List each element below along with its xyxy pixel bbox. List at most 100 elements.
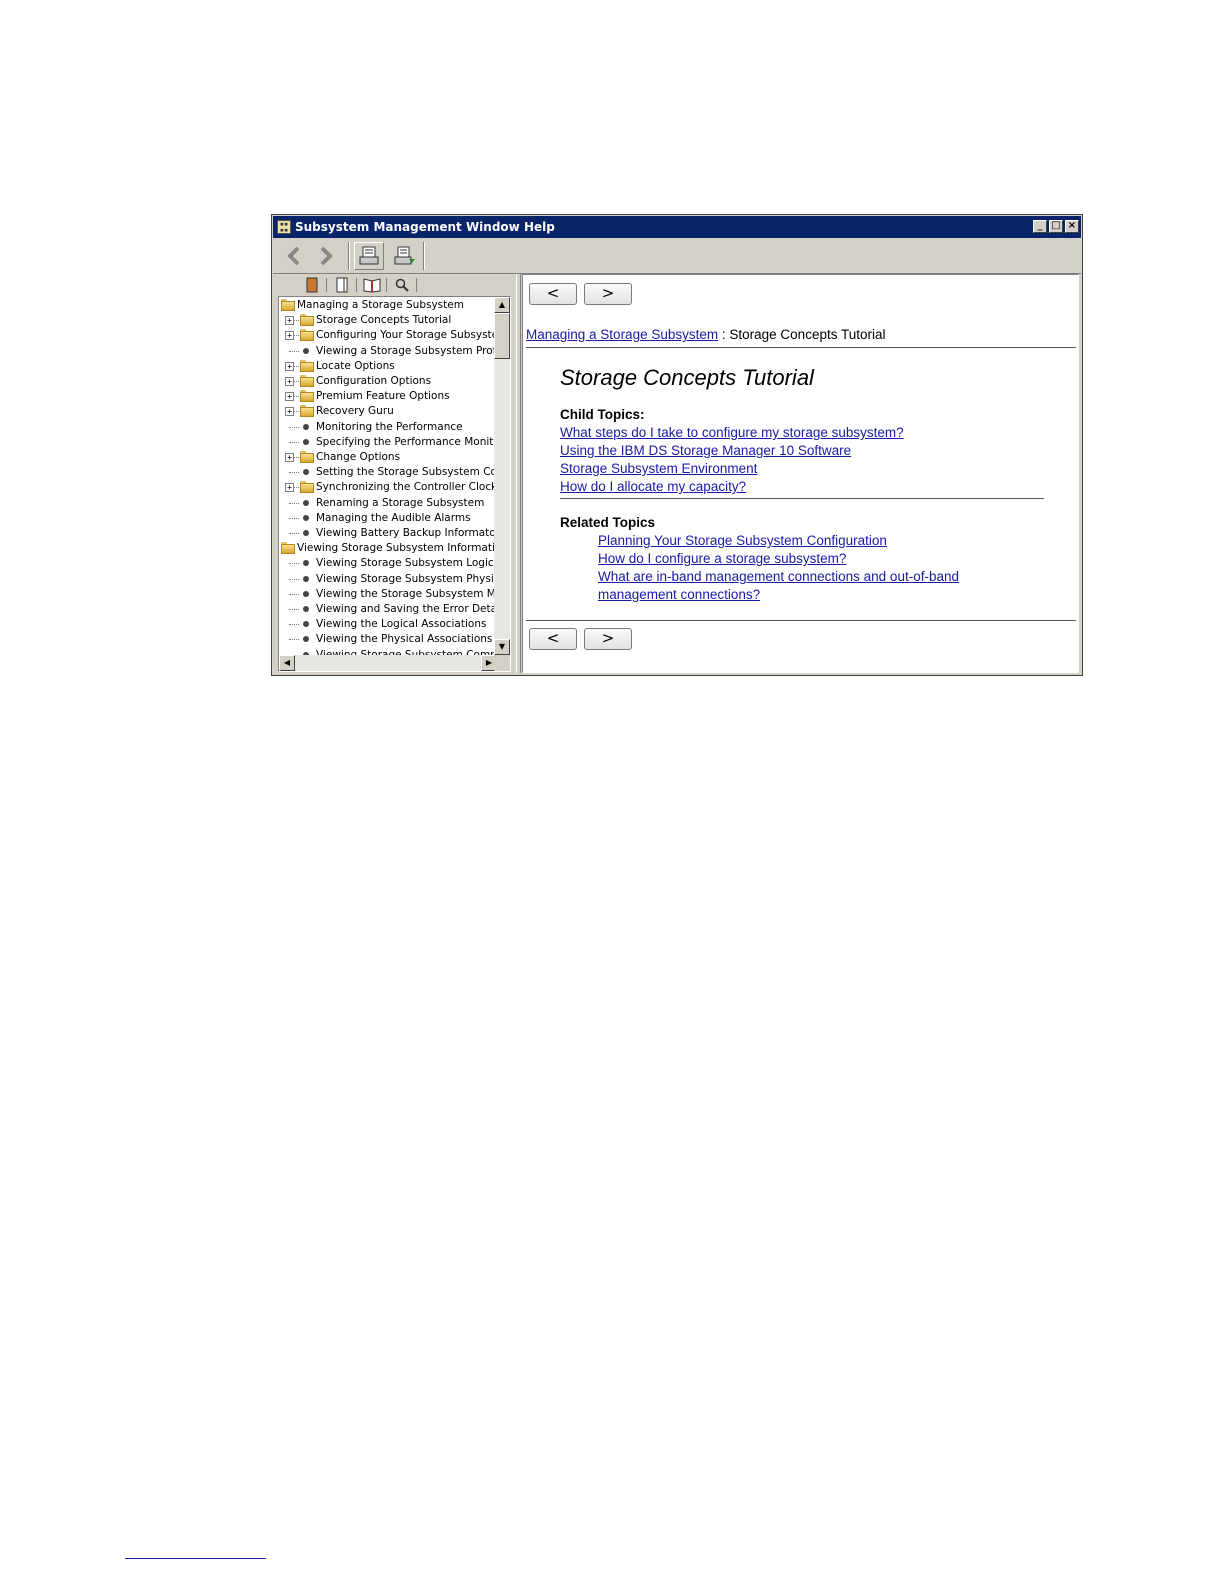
- tree-item-folder[interactable]: + Recovery Guru: [279, 404, 497, 419]
- tree-item-topic[interactable]: Setting the Storage Subsystem Control: [279, 465, 497, 480]
- child-topic-link[interactable]: How do I allocate my capacity?: [560, 479, 746, 494]
- child-topic-link[interactable]: Storage Subsystem Environment: [560, 461, 757, 476]
- tree-item-topic[interactable]: Viewing Battery Backup Informaton: [279, 526, 497, 541]
- tree-item-folder[interactable]: + Storage Concepts Tutorial: [279, 313, 497, 328]
- tree-item-label: Recovery Guru: [316, 405, 394, 418]
- scroll-down-button[interactable]: ▼: [494, 639, 510, 655]
- tree-item-folder[interactable]: + Synchronizing the Controller Clocks: [279, 480, 497, 495]
- book-icon: [306, 277, 318, 293]
- tree-item-folder[interactable]: + Configuring Your Storage Subsystem: [279, 328, 497, 343]
- tree-connector: [294, 381, 299, 382]
- expand-icon[interactable]: +: [285, 453, 294, 462]
- tree-item-topic[interactable]: Renaming a Storage Subsystem: [279, 496, 497, 511]
- scroll-thumb[interactable]: [494, 313, 510, 359]
- tree-connector: [289, 350, 299, 352]
- child-topic-link[interactable]: What steps do I take to configure my sto…: [560, 425, 904, 440]
- print-button[interactable]: [390, 242, 420, 270]
- expand-icon[interactable]: +: [285, 331, 294, 341]
- related-topic-link[interactable]: Planning Your Storage Subsystem Configur…: [598, 533, 887, 548]
- forward-button[interactable]: [311, 242, 341, 270]
- maximize-button[interactable]: □: [1049, 220, 1063, 233]
- folder-icon: [300, 329, 314, 342]
- divider: [526, 347, 1076, 348]
- contents-tree[interactable]: Managing a Storage Subsystem + Storage Con…: [278, 296, 511, 672]
- tab-glossary[interactable]: [360, 276, 387, 294]
- tree-item-topic[interactable]: Viewing the Physical Associations: [279, 632, 497, 647]
- child-topic-link[interactable]: Using the IBM DS Storage Manager 10 Soft…: [560, 443, 851, 458]
- tab-contents[interactable]: [300, 276, 327, 294]
- expand-icon[interactable]: +: [285, 316, 294, 326]
- tree-item-label: Setting the Storage Subsystem Control: [316, 466, 497, 479]
- tab-index[interactable]: [330, 276, 357, 294]
- chevron-right-icon: [320, 246, 333, 266]
- folder-icon: [300, 390, 314, 403]
- tree-item-folder[interactable]: Viewing Storage Subsystem Information: [279, 541, 497, 556]
- prev-topic-button[interactable]: <: [529, 283, 577, 305]
- tree-item-folder[interactable]: + Change Options: [279, 450, 497, 465]
- folder-icon: [300, 405, 314, 418]
- tree-item-label: Viewing Battery Backup Informaton: [316, 527, 497, 539]
- folder-icon: [300, 359, 314, 372]
- pane-splitter[interactable]: [516, 274, 521, 673]
- tree-connector: [289, 609, 299, 610]
- tree-item-topic[interactable]: Specifying the Performance Monitor Set: [279, 435, 497, 450]
- tree-item-topic[interactable]: Viewing and Saving the Error Details: [279, 602, 497, 617]
- navigation-tabs: [276, 274, 516, 296]
- next-topic-button[interactable]: >: [584, 628, 632, 650]
- tree-item-topic[interactable]: Viewing the Storage Subsystem Mappin: [279, 587, 497, 602]
- tree-item-folder[interactable]: + Configuration Options: [279, 374, 497, 389]
- expand-icon[interactable]: +: [285, 392, 294, 402]
- back-button[interactable]: [279, 242, 309, 270]
- hide-pane-button[interactable]: [354, 242, 384, 270]
- print-icon: [394, 246, 415, 265]
- hide-pane-icon: [359, 246, 379, 265]
- tree-item-label: Specifying the Performance Monitor Set: [316, 435, 497, 448]
- close-button[interactable]: ×: [1065, 220, 1079, 233]
- breadcrumb: Managing a Storage Subsystem : Storage C…: [526, 327, 885, 342]
- tree-item-topic[interactable]: Viewing Storage Subsystem Physical Co: [279, 572, 497, 587]
- tree-connector: [289, 441, 299, 443]
- expand-icon[interactable]: +: [285, 361, 294, 371]
- related-topic-link[interactable]: How do I configure a storage subsystem?: [598, 551, 846, 566]
- tree-item-topic[interactable]: Viewing a Storage Subsystem Profile: [279, 344, 497, 359]
- topic-content: < > Managing a Storage Subsystem : Stora…: [522, 274, 1079, 673]
- vertical-scrollbar[interactable]: ▲ ▼: [494, 297, 510, 655]
- tree-item-folder[interactable]: + Locate Options: [279, 359, 497, 374]
- tree-item-topic[interactable]: Managing the Audible Alarms: [279, 511, 497, 526]
- minimize-button[interactable]: _: [1033, 220, 1047, 233]
- expand-icon[interactable]: +: [285, 483, 294, 493]
- expand-icon[interactable]: +: [285, 407, 294, 417]
- tree-item-label: Viewing the Physical Associations: [316, 633, 493, 646]
- tree-item-folder[interactable]: Managing a Storage Subsystem: [279, 298, 497, 313]
- scroll-up-button[interactable]: ▲: [494, 297, 510, 313]
- tree-item-topic[interactable]: Viewing Storage Subsystem Logical Con: [279, 556, 497, 571]
- related-topic-link[interactable]: What are in-band management connections …: [598, 569, 959, 584]
- prev-topic-button[interactable]: <: [529, 628, 577, 650]
- tab-search[interactable]: [390, 276, 417, 294]
- topic-page-icon: [303, 530, 309, 536]
- footnote-rule: [125, 1558, 266, 1559]
- tree-item-label: Synchronizing the Controller Clocks: [316, 481, 497, 494]
- tree-item-label: Viewing a Storage Subsystem Profile: [316, 344, 497, 357]
- tree-item-topic[interactable]: Viewing the Logical Associations: [279, 617, 497, 632]
- child-topics-heading: Child Topics:: [560, 407, 645, 422]
- horizontal-scrollbar[interactable]: ◀ ▶: [279, 655, 497, 671]
- title-bar[interactable]: ▪▪ ▪▪ Subsystem Management Window Help _ …: [273, 216, 1081, 238]
- related-topic-link[interactable]: management connections?: [598, 587, 760, 602]
- tree-connector: [294, 411, 299, 413]
- help-window: ▪▪ ▪▪ Subsystem Management Window Help _ …: [271, 214, 1083, 676]
- tree-item-topic[interactable]: Monitoring the Performance: [279, 420, 497, 435]
- scroll-left-button[interactable]: ◀: [279, 655, 295, 671]
- next-topic-button[interactable]: >: [584, 283, 632, 305]
- tree-connector: [289, 624, 299, 626]
- breadcrumb-current: Storage Concepts Tutorial: [729, 327, 886, 342]
- navigation-pane: Managing a Storage Subsystem + Storage Con…: [276, 274, 516, 673]
- folder-icon: [300, 375, 314, 387]
- topic-page-icon: [303, 575, 309, 582]
- tree-item-folder[interactable]: + Premium Feature Options: [279, 389, 497, 404]
- tree-item-label: Monitoring the Performance: [316, 420, 463, 433]
- breadcrumb-link[interactable]: Managing a Storage Subsystem: [526, 327, 718, 342]
- tree-item-label: Viewing Storage Subsystem Physical Co: [316, 572, 497, 585]
- folder-icon: [300, 481, 314, 494]
- expand-icon[interactable]: +: [285, 377, 294, 386]
